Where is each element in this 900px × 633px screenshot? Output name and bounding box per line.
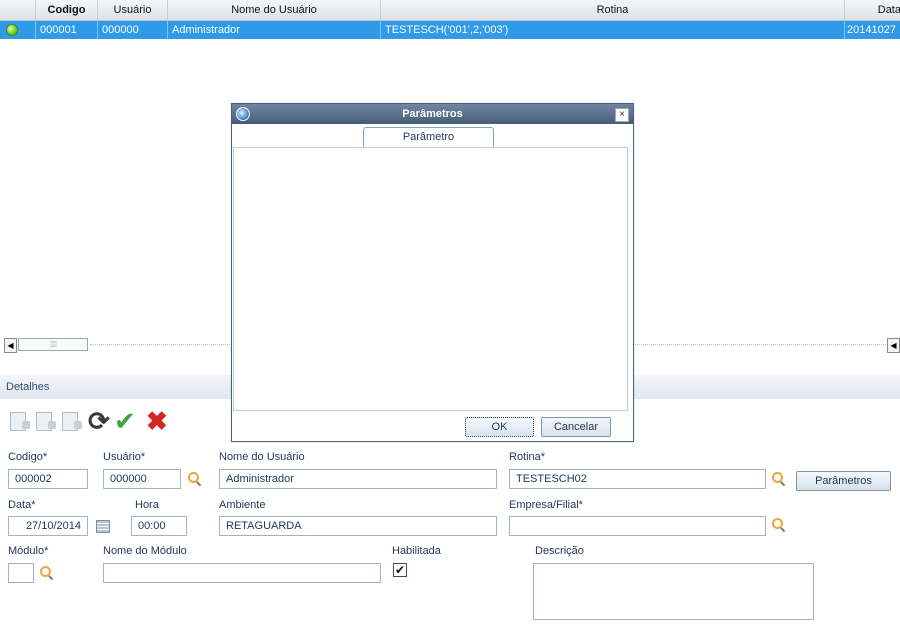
copy-doc-icon[interactable] bbox=[60, 410, 82, 434]
grid-header-codigo[interactable]: Codigo bbox=[36, 0, 98, 20]
habilitada-checkbox[interactable]: ✔ bbox=[393, 563, 407, 577]
row-nome: Administrador bbox=[168, 21, 381, 39]
calendar-icon[interactable] bbox=[96, 520, 110, 533]
dialog-title: Parâmetros bbox=[402, 108, 463, 120]
codigo-label: Codigo* bbox=[8, 451, 48, 463]
usuario-search-icon[interactable] bbox=[188, 472, 202, 486]
ambiente-label: Ambiente bbox=[219, 499, 266, 511]
new-doc-icon[interactable] bbox=[8, 410, 30, 434]
close-icon[interactable]: × bbox=[615, 108, 629, 122]
confirm-check-icon[interactable]: ✔ bbox=[114, 406, 136, 436]
row-data: 20141027 bbox=[847, 24, 896, 36]
parametros-dialog: Parâmetros × Parâmetro OK Cancelar bbox=[231, 103, 634, 442]
parametros-button[interactable]: Parâmetros bbox=[796, 471, 891, 491]
nome-usuario-field[interactable]: Administrador bbox=[219, 469, 497, 489]
cancelar-button[interactable]: Cancelar bbox=[541, 417, 611, 437]
ok-button[interactable]: OK bbox=[465, 417, 534, 437]
scroll-right-arrow-icon[interactable]: ◀ bbox=[887, 338, 900, 353]
data-label: Data* bbox=[8, 499, 36, 511]
status-green-icon bbox=[6, 24, 18, 36]
grid-header-status bbox=[0, 0, 36, 20]
edit-doc-icon[interactable] bbox=[34, 410, 56, 434]
modulo-label: Módulo* bbox=[8, 545, 49, 557]
refresh-icon[interactable]: ⟳ bbox=[88, 406, 110, 436]
habilitada-label: Habilitada bbox=[392, 545, 441, 557]
scroll-left-arrow-icon[interactable]: ◀ bbox=[4, 338, 17, 353]
grid-header-rotina[interactable]: Rotina bbox=[381, 0, 845, 20]
cancel-x-icon[interactable]: ✖ bbox=[146, 406, 168, 436]
nome-modulo-field[interactable] bbox=[103, 563, 381, 583]
nome-modulo-label: Nome do Módulo bbox=[103, 545, 187, 557]
empresa-search-icon[interactable] bbox=[772, 518, 786, 532]
row-rotina: TESTESCH('001',2,'003') bbox=[381, 21, 845, 39]
dialog-titlebar[interactable]: Parâmetros × bbox=[232, 104, 633, 124]
status-cell bbox=[0, 21, 36, 39]
table-row[interactable]: 000001 000000 Administrador TESTESCH('00… bbox=[0, 21, 900, 39]
usuario-field[interactable]: 000000 bbox=[103, 469, 181, 489]
app-logo-icon bbox=[236, 107, 250, 121]
grid-header: Codigo Usuário Nome do Usuário Rotina Da… bbox=[0, 0, 900, 21]
ambiente-field[interactable]: RETAGUARDA bbox=[219, 516, 497, 536]
empresa-filial-label: Empresa/Filial* bbox=[509, 499, 583, 511]
rotina-field[interactable]: TESTESCH02 bbox=[509, 469, 766, 489]
modulo-field[interactable] bbox=[8, 563, 34, 583]
tab-parametro[interactable]: Parâmetro bbox=[363, 127, 494, 147]
nome-usuario-label: Nome do Usuário bbox=[219, 451, 305, 463]
hora-label: Hora bbox=[135, 499, 159, 511]
modulo-search-icon[interactable] bbox=[40, 566, 54, 580]
descricao-textarea[interactable] bbox=[533, 563, 814, 620]
grid-header-data[interactable]: Data bbox=[845, 0, 900, 20]
codigo-field[interactable]: 000002 bbox=[8, 469, 88, 489]
empresa-filial-field[interactable] bbox=[509, 516, 766, 536]
grid-header-nome-usuario[interactable]: Nome do Usuário bbox=[168, 0, 381, 20]
row-usuario: 000000 bbox=[98, 21, 168, 39]
row-codigo: 000001 bbox=[36, 21, 98, 39]
data-field[interactable]: 27/10/2014 bbox=[8, 516, 88, 536]
scroll-thumb[interactable]: ⁞⁞⁞⁞⁞ bbox=[18, 338, 88, 351]
dialog-content-panel bbox=[233, 147, 628, 411]
details-title: Detalhes bbox=[6, 381, 50, 393]
grid-header-usuario[interactable]: Usuário bbox=[98, 0, 168, 20]
usuario-label: Usuário* bbox=[103, 451, 146, 463]
rotina-search-icon[interactable] bbox=[772, 472, 786, 486]
rotina-label: Rotina* bbox=[509, 451, 546, 463]
hora-field[interactable]: 00:00 bbox=[131, 516, 187, 536]
descricao-label: Descrição bbox=[535, 545, 584, 557]
